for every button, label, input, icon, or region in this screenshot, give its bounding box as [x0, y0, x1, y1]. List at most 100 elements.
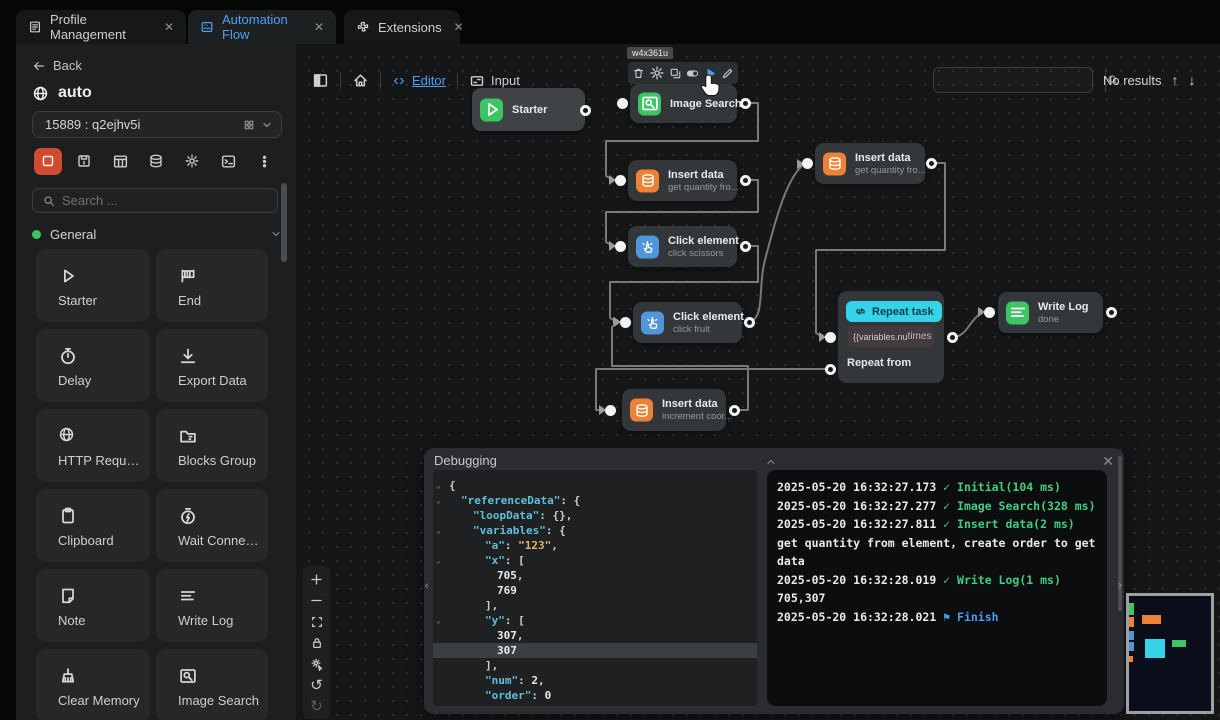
- canvas-search-input[interactable]: [934, 68, 1105, 92]
- output-port-insert-data-2[interactable]: [926, 158, 937, 169]
- duplicate-icon[interactable]: [669, 67, 682, 80]
- node-repeat-task[interactable]: Repeat task {{variables.nu times Repeat …: [838, 291, 944, 383]
- tab-extensions[interactable]: Extensions ✕: [344, 10, 460, 44]
- debug-json-tree[interactable]: ⌄{⌄"referenceData": {"loopData": {},⌄"va…: [433, 470, 757, 706]
- section-general[interactable]: General: [32, 224, 282, 244]
- json-line[interactable]: ⌄"referenceData": {: [433, 493, 757, 508]
- node-insert-data-3[interactable]: Insert data increment coor...: [622, 389, 726, 431]
- input-port-image-search[interactable]: [617, 98, 628, 109]
- storage-button[interactable]: [142, 148, 170, 175]
- json-line[interactable]: ⌄"x": [: [433, 553, 757, 568]
- blocks-button[interactable]: [34, 148, 62, 175]
- save-button[interactable]: [70, 148, 98, 175]
- block-card-clear-memory[interactable]: Clear Memory: [36, 649, 150, 720]
- home-icon[interactable]: [352, 72, 369, 89]
- json-line[interactable]: ⌄"variables": {: [433, 523, 757, 538]
- minimap[interactable]: [1126, 593, 1214, 714]
- json-line[interactable]: ⌄{: [433, 478, 757, 493]
- json-line[interactable]: ],: [433, 658, 757, 673]
- node-insert-data-2[interactable]: Insert data get quantity fro...: [815, 143, 925, 184]
- json-line[interactable]: 769: [433, 583, 757, 598]
- block-card-image-search[interactable]: Image Search: [156, 649, 268, 720]
- output-port-write-log[interactable]: [1106, 307, 1117, 318]
- output-port-insert-data-1[interactable]: [740, 175, 751, 186]
- search-next-button[interactable]: ↓: [1189, 72, 1196, 88]
- gear-cursor-button[interactable]: [303, 653, 330, 674]
- tab-input[interactable]: Input: [469, 73, 520, 89]
- table-button[interactable]: [106, 148, 134, 175]
- node-starter[interactable]: Starter: [472, 88, 585, 131]
- block-card-clipboard[interactable]: Clipboard: [36, 489, 150, 562]
- chevron-left-icon[interactable]: ‹: [425, 580, 429, 592]
- input-port-click-scissors[interactable]: [615, 241, 626, 252]
- input-port-repeat-task[interactable]: [825, 332, 836, 343]
- node-write-log[interactable]: Write Log done: [998, 292, 1103, 333]
- repeat-times-field[interactable]: {{variables.nu times: [848, 326, 934, 347]
- lock-button[interactable]: [303, 632, 330, 653]
- output-port-image-search[interactable]: [740, 98, 751, 109]
- close-icon[interactable]: ✕: [164, 20, 174, 34]
- json-collapse-icon[interactable]: ⌄: [436, 493, 441, 508]
- collapse-panel-icon[interactable]: [765, 456, 777, 468]
- chevron-right-icon[interactable]: ›: [1118, 578, 1122, 592]
- block-search-input[interactable]: [62, 193, 268, 208]
- tab-profile-management[interactable]: Profile Management ✕: [16, 10, 186, 44]
- block-card-note[interactable]: Note: [36, 569, 150, 642]
- json-line[interactable]: ],: [433, 598, 757, 613]
- output-port-click-fruit[interactable]: [744, 317, 755, 328]
- json-collapse-icon[interactable]: ⌄: [436, 613, 441, 628]
- block-card-end[interactable]: End: [156, 249, 268, 322]
- json-line[interactable]: 307: [433, 643, 757, 658]
- output-port-click-scissors[interactable]: [740, 241, 751, 252]
- more-button[interactable]: [250, 148, 278, 175]
- gear-icon[interactable]: [649, 65, 665, 81]
- input-port-write-log[interactable]: [984, 307, 995, 318]
- search-prev-button[interactable]: ↑: [1172, 72, 1179, 88]
- json-line[interactable]: ⌄"y": [: [433, 613, 757, 628]
- block-card-export-data[interactable]: Export Data: [156, 329, 268, 402]
- json-collapse-icon[interactable]: ⌄: [436, 553, 441, 568]
- json-line[interactable]: "order": 0: [433, 688, 757, 703]
- block-card-delay[interactable]: Delay: [36, 329, 150, 402]
- node-insert-data-1[interactable]: Insert data get quantity fro...: [628, 160, 737, 201]
- node-click-scissors[interactable]: Click element click scissors: [628, 226, 737, 267]
- redo-button[interactable]: ↻: [303, 695, 330, 716]
- toggle-icon[interactable]: [685, 66, 700, 81]
- tab-editor[interactable]: Editor: [392, 73, 446, 88]
- input-port-click-fruit[interactable]: [620, 317, 631, 328]
- settings-button[interactable]: [178, 148, 206, 175]
- input-port-insert-data-3[interactable]: [605, 405, 616, 416]
- close-icon[interactable]: ✕: [1102, 453, 1114, 470]
- json-line[interactable]: "a": "123",: [433, 538, 757, 553]
- workflow-select[interactable]: 15889 : q2ejhv5i: [32, 111, 282, 138]
- block-card-starter[interactable]: Starter: [36, 249, 150, 322]
- json-collapse-icon[interactable]: ⌄: [436, 478, 441, 493]
- trash-icon[interactable]: [632, 67, 645, 80]
- input-port-insert-data-2[interactable]: [802, 158, 813, 169]
- tab-automation-flow[interactable]: Automation Flow ✕: [188, 10, 336, 44]
- back-button[interactable]: Back: [32, 58, 82, 73]
- json-line[interactable]: "loopData": {},: [433, 508, 757, 523]
- block-search[interactable]: [32, 188, 278, 213]
- close-icon[interactable]: ✕: [454, 20, 464, 34]
- output-port-insert-data-3[interactable]: [729, 405, 740, 416]
- close-icon[interactable]: ✕: [314, 20, 324, 34]
- sidebar-scrollbar[interactable]: [281, 183, 287, 262]
- block-card-blocks-group[interactable]: Blocks Group: [156, 409, 268, 482]
- minus-button[interactable]: [303, 590, 330, 611]
- sidebar-toggle-icon[interactable]: [312, 72, 329, 89]
- repeat-from-port[interactable]: [825, 364, 836, 375]
- undo-button[interactable]: ↺: [303, 674, 330, 695]
- debug-log[interactable]: 2025-05-20 16:32:27.173 ✓ Initial(104 ms…: [767, 470, 1107, 706]
- node-click-fruit[interactable]: Click element click fruit: [633, 302, 742, 343]
- block-card-http-request[interactable]: HTTP Request: [36, 409, 150, 482]
- terminal-button[interactable]: [214, 148, 242, 175]
- json-line[interactable]: "num": 2,: [433, 673, 757, 688]
- json-line[interactable]: 307,: [433, 628, 757, 643]
- json-collapse-icon[interactable]: ⌄: [436, 523, 441, 538]
- plus-button[interactable]: [303, 569, 330, 590]
- block-card-write-log[interactable]: Write Log: [156, 569, 268, 642]
- output-port-repeat-task[interactable]: [947, 332, 958, 343]
- output-port-starter[interactable]: [580, 105, 591, 116]
- input-port-insert-data-1[interactable]: [615, 175, 626, 186]
